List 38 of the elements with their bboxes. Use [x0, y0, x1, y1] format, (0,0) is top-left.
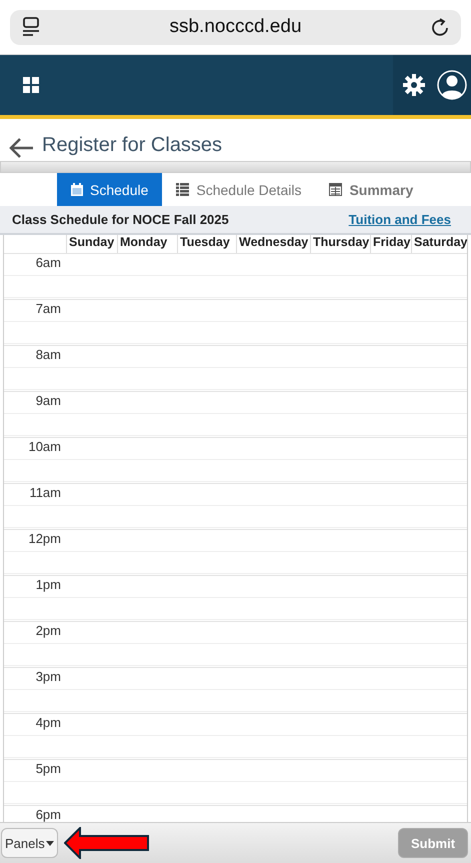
- page-title: Register for Classes: [42, 134, 222, 158]
- panels-button[interactable]: Panels: [1, 828, 58, 858]
- hour-label: 1pm: [34, 576, 61, 592]
- user-avatar-icon[interactable]: [437, 70, 467, 100]
- hour-label: 11am: [28, 484, 61, 500]
- app-grid-icon[interactable]: [23, 77, 39, 93]
- tab[interactable]: Schedule Details: [162, 173, 316, 206]
- url-text: ssb.nocccd.edu: [169, 16, 302, 38]
- page-menu-icon[interactable]: [22, 17, 40, 37]
- hour-label: 3pm: [34, 668, 61, 684]
- reload-icon[interactable]: [431, 18, 449, 36]
- day-header: Friday: [370, 235, 411, 253]
- hour-label: 12pm: [27, 530, 61, 546]
- tab[interactable]: Schedule: [57, 173, 162, 206]
- tab[interactable]: Summary: [315, 173, 428, 206]
- caret-icon: [46, 840, 54, 846]
- day-header: Thursday: [310, 235, 370, 253]
- list-icon: [176, 183, 190, 196]
- hour-label: 8am: [34, 346, 61, 362]
- hour-label: 6pm: [34, 806, 61, 822]
- hour-label: 9am: [34, 392, 61, 408]
- hour-label: 5pm: [34, 760, 61, 776]
- hour-label: 2pm: [34, 622, 61, 638]
- hour-label: 10am: [27, 438, 61, 454]
- back-arrow-icon[interactable]: [8, 137, 34, 159]
- schedule-heading: Class Schedule for NOCE Fall 2025: [12, 212, 229, 227]
- day-header: Sunday: [66, 235, 117, 253]
- day-header: Tuesday: [177, 235, 236, 253]
- tuition-link[interactable]: Tuition and Fees: [348, 212, 451, 227]
- calendar-icon: [71, 183, 83, 196]
- day-header: Monday: [117, 235, 177, 253]
- settings-icon[interactable]: [403, 74, 425, 96]
- address-bar[interactable]: ssb.nocccd.edu: [10, 10, 461, 44]
- day-header: Wednesday: [236, 235, 310, 253]
- hour-label: 7am: [34, 300, 61, 316]
- table-icon: [329, 183, 342, 196]
- hour-label: 6am: [34, 254, 61, 270]
- hour-label: 4pm: [34, 714, 61, 730]
